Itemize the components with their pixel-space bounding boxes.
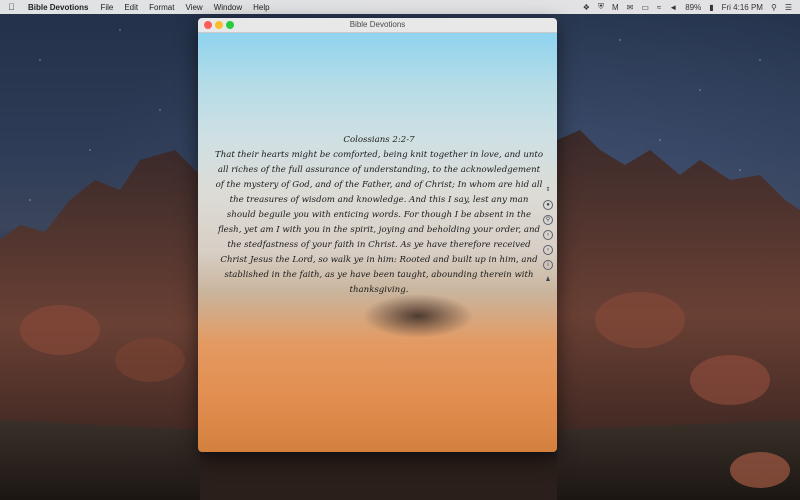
verse-block: Colossians 2:2-7 That their hearts might… <box>214 133 544 298</box>
verse-reference: Colossians 2:2-7 <box>343 135 415 145</box>
person-icon[interactable]: ♟ <box>543 275 553 285</box>
window-title: Bible Devotions <box>349 20 406 29</box>
list-icon[interactable]: ☰ <box>785 3 792 12</box>
app-window: Bible Devotions Colossians 2:2-7 That th… <box>198 18 557 452</box>
verse-text: That their hearts might be comforted, be… <box>214 150 544 295</box>
mail-icon[interactable]: ✉ <box>627 3 634 12</box>
clock[interactable]: Fri 4:16 PM <box>722 3 763 12</box>
status-area: ❖ ⛨ M ✉ ▭ ≈ ◄ 89% ▮ Fri 4:16 PM ⚲ ☰ <box>583 2 792 12</box>
title-bar[interactable]: Bible Devotions <box>198 18 557 33</box>
dropbox-icon[interactable]: ❖ <box>583 3 590 12</box>
history-icon[interactable]: ● <box>543 200 553 210</box>
search-icon[interactable]: ⚲ <box>543 215 553 225</box>
menu-window[interactable]: Window <box>214 3 242 12</box>
menu-view[interactable]: View <box>185 3 202 12</box>
search-icon[interactable]: ⚲ <box>771 3 777 12</box>
menu-edit[interactable]: Edit <box>124 3 138 12</box>
info-icon[interactable]: i <box>543 260 553 270</box>
menu-app-name[interactable]: Bible Devotions <box>28 3 88 12</box>
menu-help[interactable]: Help <box>253 3 269 12</box>
menu-format[interactable]: Format <box>149 3 174 12</box>
back-icon[interactable]: ‹ <box>543 230 553 240</box>
apple-logo-icon[interactable]:  <box>8 2 18 12</box>
volume-icon[interactable]: ◄ <box>669 3 677 12</box>
menu-file[interactable]: File <box>100 3 113 12</box>
devotion-background: Colossians 2:2-7 That their hearts might… <box>198 33 557 452</box>
airplay-icon[interactable]: ▭ <box>641 3 649 12</box>
shield-icon[interactable]: ⛨ <box>598 2 604 12</box>
side-controls: ⇕ ● ⚲ ‹ › i ♟ <box>541 185 555 285</box>
battery-percent[interactable]: 89% <box>685 3 701 12</box>
scroll-icon[interactable]: ⇕ <box>543 185 553 195</box>
gmail-icon[interactable]: M <box>612 3 619 12</box>
wifi-icon[interactable]: ≈ <box>657 3 661 12</box>
battery-icon[interactable]: ▮ <box>709 3 713 12</box>
menu-bar:  Bible Devotions File Edit Format View … <box>0 0 800 14</box>
forward-icon[interactable]: › <box>543 245 553 255</box>
